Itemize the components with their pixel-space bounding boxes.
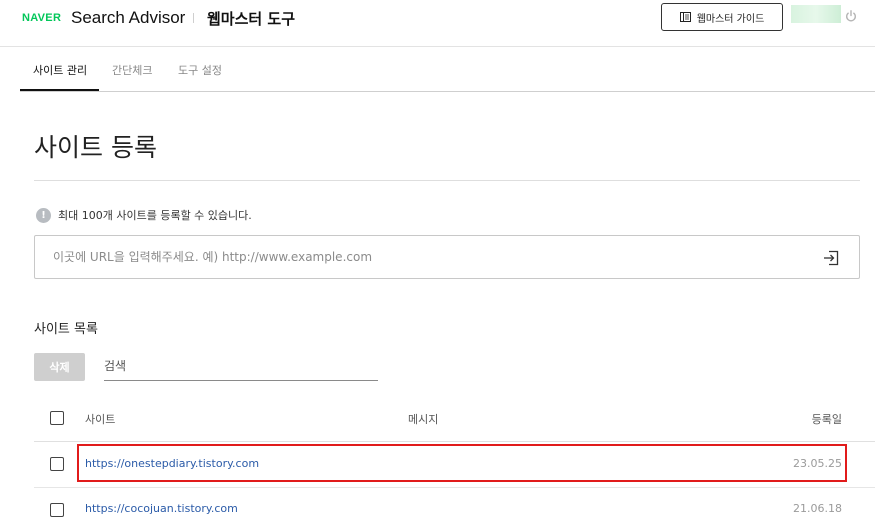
select-all-checkbox[interactable]	[50, 411, 64, 425]
site-list-title: 사이트 목록	[34, 322, 98, 337]
delete-button[interactable]: 삭제	[34, 353, 85, 381]
row-checkbox[interactable]	[50, 457, 64, 471]
user-avatar[interactable]	[791, 5, 841, 23]
title-divider	[34, 180, 860, 181]
site-limit-notice: ! 최대 100개 사이트를 등록할 수 있습니다.	[36, 207, 252, 223]
brand-divider	[193, 13, 194, 23]
enter-icon[interactable]	[823, 250, 839, 266]
column-date: 등록일	[811, 413, 842, 426]
tab-quick-check[interactable]: 간단체크	[112, 62, 152, 78]
book-icon	[679, 12, 691, 22]
tool-name[interactable]: 웹마스터 도구	[207, 8, 295, 29]
notice-text: 최대 100개 사이트를 등록할 수 있습니다.	[58, 209, 252, 222]
naver-logo[interactable]: NAVER	[22, 12, 61, 24]
search-field	[104, 353, 378, 381]
tab-site-management[interactable]: 사이트 관리	[33, 62, 87, 78]
column-site: 사이트	[85, 413, 116, 426]
site-link[interactable]: https://cocojuan.tistory.com	[85, 502, 238, 515]
url-input-box	[34, 235, 860, 279]
registration-date: 21.06.18	[793, 502, 842, 515]
tab-tool-settings[interactable]: 도구 설정	[178, 62, 222, 78]
info-icon: !	[36, 207, 51, 223]
webmaster-guide-button[interactable]: 웹마스터 가이드	[661, 3, 783, 31]
top-header: NAVER Search Advisor 웹마스터 도구 웹마스터 가이드	[0, 0, 875, 47]
row-checkbox[interactable]	[50, 503, 64, 517]
column-message: 메시지	[408, 413, 439, 426]
page-title: 사이트 등록	[34, 133, 157, 162]
table-header: 사이트 메시지 등록일	[34, 396, 875, 442]
active-tab-indicator	[20, 89, 99, 91]
table-row: https://onestepdiary.tistory.com 23.05.2…	[34, 442, 875, 488]
site-url-input[interactable]	[53, 245, 813, 269]
product-name[interactable]: Search Advisor	[71, 8, 185, 28]
site-link[interactable]: https://onestepdiary.tistory.com	[85, 457, 259, 470]
table-row: https://cocojuan.tistory.com 21.06.18	[34, 488, 875, 528]
search-input[interactable]	[104, 353, 378, 379]
webmaster-guide-label: 웹마스터 가이드	[696, 13, 765, 25]
tab-bar: 사이트 관리 간단체크 도구 설정	[20, 47, 875, 92]
power-icon[interactable]	[845, 10, 857, 22]
registration-date: 23.05.25	[793, 457, 842, 470]
